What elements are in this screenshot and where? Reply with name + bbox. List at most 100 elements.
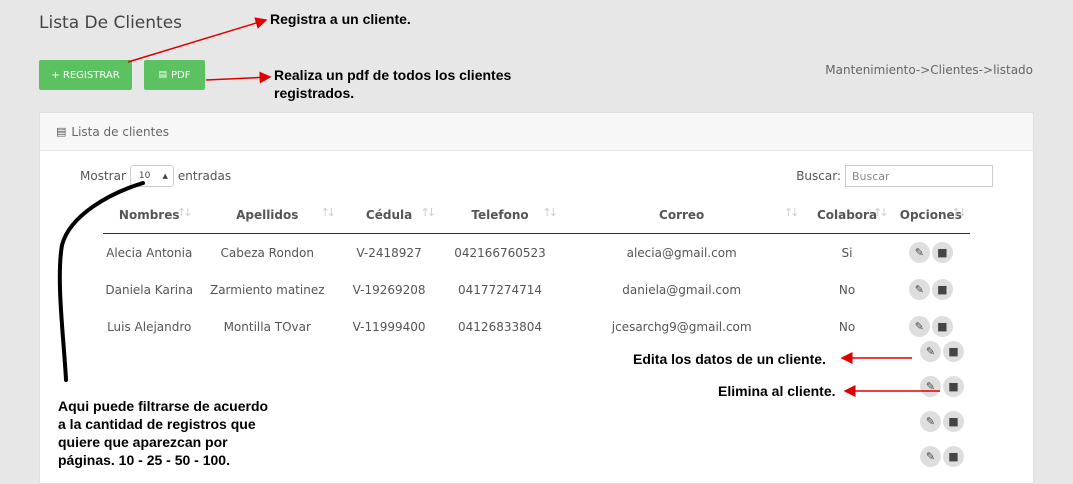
- sort-icon: ↑↓: [542, 206, 559, 219]
- pencil-icon: ✎: [914, 320, 924, 333]
- col-apellidos[interactable]: Apellidos ↑↓: [195, 197, 340, 234]
- table-row: Luis Alejandro Montilla TOvar V-11999400…: [103, 308, 970, 345]
- table-header-row: Nombres ↑↓ Apellidos ↑↓ Cédula ↑↓ Telefono ↑…: [103, 197, 970, 234]
- table-row: Alecia Antonia Cabeza Rondon V-2418927 0…: [103, 234, 970, 272]
- cell-apellidos: Montilla TOvar: [223, 319, 311, 334]
- cell-colabora: No: [838, 282, 856, 297]
- delete-button[interactable]: ■: [943, 411, 964, 432]
- breadcrumb: Mantenimiento->Clientes->listado: [825, 63, 1033, 77]
- cell-telefono: 04177274714: [458, 282, 543, 297]
- extra-options-row: ✎ ■: [914, 446, 970, 467]
- cell-colabora: No: [838, 319, 856, 334]
- sort-icon: ↑↓: [420, 206, 437, 219]
- length-suffix: entradas: [177, 169, 232, 183]
- cell-telefono: 042166760523: [454, 245, 546, 260]
- edit-button[interactable]: ✎: [920, 411, 941, 432]
- annotation-edit: Edita los datos de un cliente.: [633, 351, 826, 367]
- cell-opciones: ✎ ■: [892, 271, 970, 308]
- pdf-button[interactable]: ▤ PDF: [144, 60, 205, 90]
- cell-correo: jcesarchg9@gmail.com: [611, 319, 752, 334]
- trash-icon: ■: [937, 320, 948, 333]
- search-label: Buscar:: [796, 169, 841, 183]
- annotation-filter-line1: Aqui puede filtrarse de acuerdo: [58, 398, 269, 414]
- length-value: 10: [138, 171, 151, 181]
- trash-icon: ■: [937, 246, 948, 259]
- delete-button[interactable]: ■: [931, 242, 953, 263]
- annotation-filter-line2: a la cantidad de registros que: [58, 416, 256, 432]
- clients-table: Nombres ↑↓ Apellidos ↑↓ Cédula ↑↓ Telefono ↑…: [103, 197, 970, 345]
- pencil-icon: ✎: [914, 283, 924, 296]
- annotation-delete: Elimina al cliente.: [718, 383, 836, 399]
- delete-button[interactable]: ■: [931, 316, 953, 337]
- length-select[interactable]: 10 ▲︎: [129, 165, 174, 187]
- document-icon: ▤: [158, 70, 168, 80]
- col-correo[interactable]: Correo ↑↓: [560, 197, 803, 234]
- edit-button[interactable]: ✎: [908, 242, 930, 263]
- cell-cedula: V-11999400: [352, 319, 426, 334]
- pencil-icon: ✎: [914, 246, 924, 259]
- cell-telefono: 04126833804: [458, 319, 543, 334]
- col-opciones[interactable]: Opciones ↑↓: [891, 197, 970, 234]
- search-input[interactable]: Buscar: [845, 165, 993, 187]
- select-arrows-icon: ▲︎: [162, 172, 168, 180]
- annotation-pdf-line2: registrados.: [274, 85, 355, 101]
- extra-options-row: ✎ ■: [914, 376, 970, 397]
- cell-opciones: ✎ ■: [892, 308, 970, 345]
- edit-button[interactable]: ✎: [908, 316, 930, 337]
- cell-nombres: Daniela Karina: [105, 282, 194, 297]
- delete-button[interactable]: ■: [943, 446, 964, 467]
- cell-opciones: ✎ ■: [892, 234, 970, 272]
- pencil-icon: ✎: [925, 450, 936, 463]
- search-control: Buscar: Buscar: [796, 165, 993, 187]
- annotation-register: Registra a un cliente.: [270, 11, 411, 27]
- pencil-icon: ✎: [925, 345, 936, 358]
- col-telefono[interactable]: Telefono ↑↓: [439, 197, 561, 234]
- card-header: ▤ Lista de clientes: [40, 113, 1033, 151]
- extra-options-row: ✎ ■: [914, 341, 970, 362]
- search-placeholder: Buscar: [852, 169, 890, 183]
- pencil-icon: ✎: [925, 415, 936, 428]
- cell-apellidos: Cabeza Rondon: [220, 245, 314, 260]
- annotation-filter-line4: páginas. 10 - 25 - 50 - 100.: [58, 452, 230, 468]
- sort-icon: ↑↓: [177, 206, 193, 219]
- register-label: + REGISTRAR: [51, 69, 120, 81]
- trash-icon: ■: [948, 415, 959, 428]
- cell-nombres: Luis Alejandro: [107, 319, 192, 334]
- trash-icon: ■: [948, 380, 959, 393]
- edit-button[interactable]: ✎: [920, 376, 941, 397]
- length-prefix: Mostrar: [80, 169, 126, 183]
- sort-icon: ↑↓: [951, 206, 968, 219]
- delete-button[interactable]: ■: [931, 279, 953, 300]
- edit-button[interactable]: ✎: [908, 279, 930, 300]
- arrow-pdf: [205, 71, 272, 84]
- cell-cedula: V-2418927: [356, 245, 422, 260]
- pencil-icon: ✎: [925, 380, 936, 393]
- cell-apellidos: Zarmiento matinez: [209, 282, 325, 297]
- trash-icon: ■: [948, 450, 959, 463]
- sort-icon: ↑↓: [320, 206, 337, 219]
- col-nombres[interactable]: Nombres ↑↓: [103, 197, 196, 234]
- sort-icon: ↑↓: [873, 206, 889, 219]
- cell-nombres: Alecia Antonia: [106, 245, 193, 260]
- length-control: Mostrar 10 ▲︎ entradas: [80, 165, 231, 187]
- cell-correo: daniela@gmail.com: [622, 282, 742, 297]
- page-title: Lista De Clientes: [39, 13, 183, 33]
- trash-icon: ■: [937, 283, 948, 296]
- card-title: Lista de clientes: [71, 124, 169, 139]
- cell-colabora: Si: [841, 245, 853, 260]
- cell-cedula: V-19269208: [352, 282, 426, 297]
- cell-correo: alecia@gmail.com: [626, 245, 737, 260]
- register-button[interactable]: + REGISTRAR: [39, 60, 132, 90]
- delete-button[interactable]: ■: [943, 341, 964, 362]
- edit-button[interactable]: ✎: [920, 341, 941, 362]
- trash-icon: ■: [948, 345, 959, 358]
- extra-options-row: ✎ ■: [914, 411, 970, 432]
- sort-icon: ↑↓: [783, 206, 800, 219]
- edit-button[interactable]: ✎: [920, 446, 941, 467]
- table-row: Daniela Karina Zarmiento matinez V-19269…: [103, 271, 970, 308]
- col-cedula[interactable]: Cédula ↑↓: [339, 197, 440, 234]
- annotation-pdf-line1: Realiza un pdf de todos los clientes: [274, 67, 512, 83]
- annotation-filter-line3: quiere que aparezcan por: [58, 434, 228, 450]
- delete-button[interactable]: ■: [943, 376, 964, 397]
- col-colabora[interactable]: Colabora ↑↓: [802, 197, 892, 234]
